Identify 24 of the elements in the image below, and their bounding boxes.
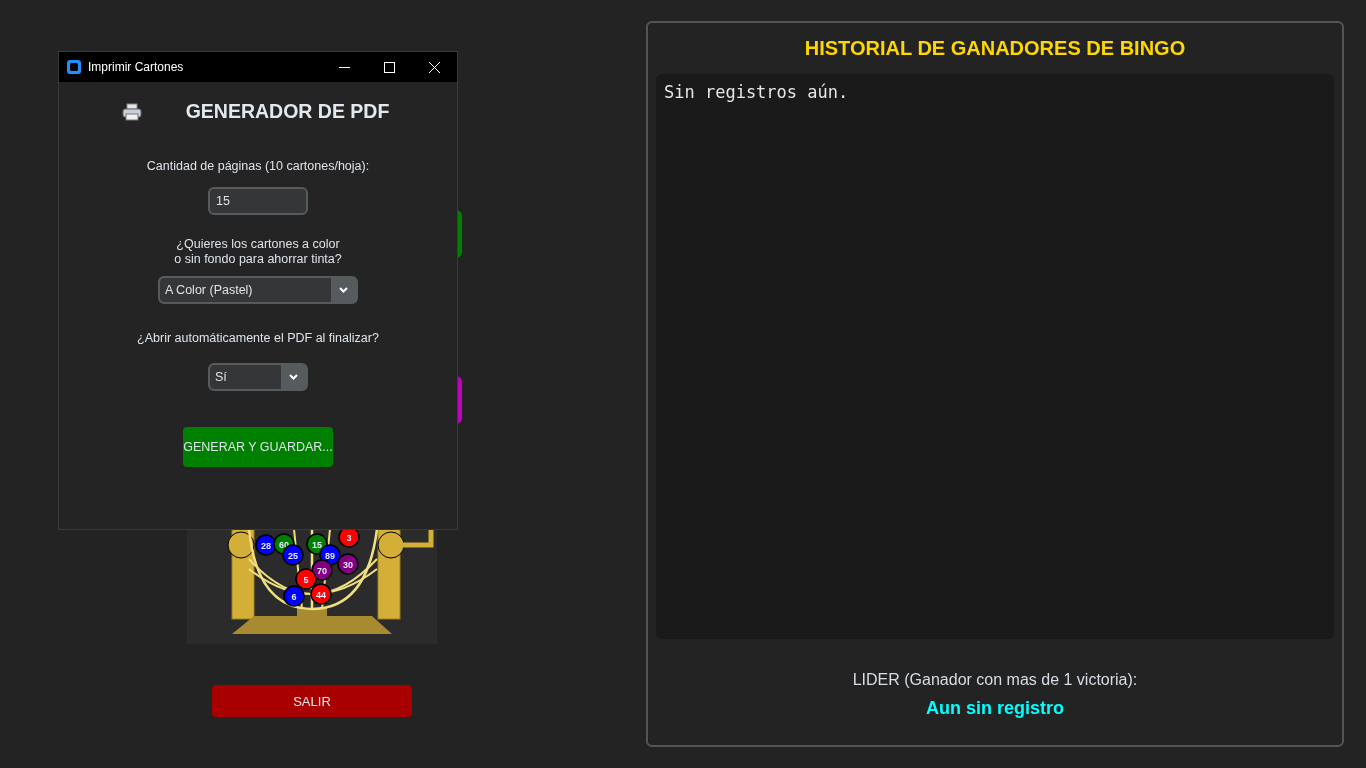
- pages-label: Cantidad de páginas (10 cartones/hoja):: [146, 159, 370, 173]
- app-icon: [67, 60, 81, 74]
- dialog-heading: GENERADOR DE PDF: [185, 100, 390, 123]
- printer-icon: [121, 102, 142, 121]
- leader-value: Aun sin registro: [926, 698, 1064, 719]
- history-title: HISTORIAL DE GANADORES DE BINGO: [804, 37, 1186, 60]
- leader-label: LIDER (Ganador con mas de 1 victoria):: [852, 671, 1138, 689]
- chevron-icon: [289, 374, 299, 380]
- color-question: ¿Quieres los cartones a color o sin fondo para ahorrar tinta?: [174, 237, 342, 267]
- open-question: ¿Abrir automáticamente el PDF al finalizar?: [137, 331, 379, 346]
- bingo-ball: 6: [283, 585, 305, 607]
- bingo-ball: 5: [295, 568, 317, 590]
- maximize-icon[interactable]: [384, 61, 395, 73]
- generate-button[interactable]: GENERAR Y GUARDAR...: [183, 427, 333, 467]
- window-title: Imprimir Cartones: [88, 60, 185, 74]
- log-text: Sin registros aún.: [664, 82, 849, 102]
- close-icon[interactable]: [429, 61, 440, 73]
- pages-field[interactable]: 15: [208, 187, 308, 215]
- chevron-icon: [338, 287, 348, 293]
- bingo-ball: 44: [310, 583, 332, 605]
- bingo-ball: 30: [337, 553, 359, 575]
- open-dropdown[interactable]: Sí: [208, 363, 308, 391]
- exit-button[interactable]: SALIR: [212, 685, 412, 717]
- color-dropdown[interactable]: A Color (Pastel): [158, 276, 358, 304]
